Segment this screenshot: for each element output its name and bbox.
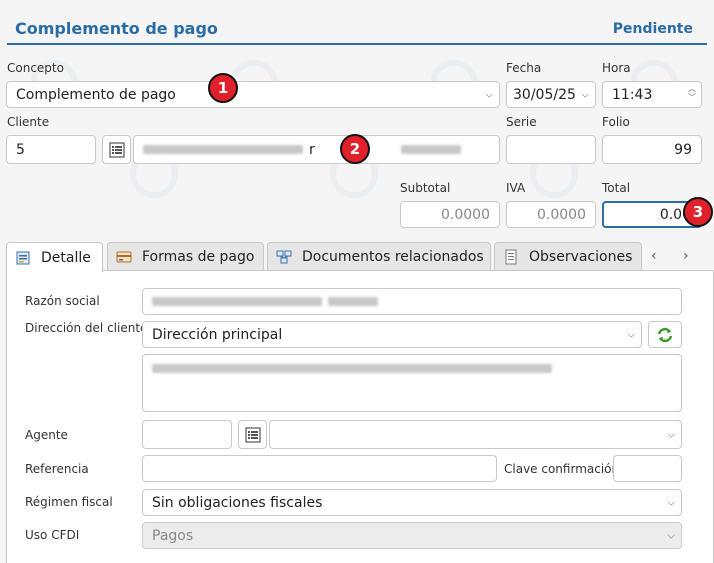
cliente-nombre-input[interactable]: r bbox=[133, 135, 500, 164]
chevron-down-icon: ⌵ bbox=[627, 329, 635, 340]
folio-input[interactable]: 99 bbox=[602, 135, 702, 164]
uso-cfdi-select: Pagos ⌵ bbox=[142, 522, 682, 549]
tab-label: Documentos relacionados bbox=[302, 248, 484, 265]
uso-cfdi-label: Uso CFDI bbox=[25, 528, 80, 542]
redacted-text bbox=[152, 297, 322, 306]
iva-field: 0.0000 bbox=[506, 201, 596, 228]
direccion-select[interactable]: Dirección principal ⌵ bbox=[142, 321, 642, 348]
folio-value: 99 bbox=[674, 141, 692, 158]
concepto-select[interactable]: Complemento de pago ⌵ bbox=[6, 81, 500, 108]
total-label: Total bbox=[602, 181, 631, 195]
subtotal-field: 0.0000 bbox=[400, 201, 500, 228]
cliente-id-value: 5 bbox=[16, 141, 25, 158]
cliente-id-input[interactable]: 5 bbox=[6, 135, 96, 164]
concepto-label: Concepto bbox=[7, 61, 64, 75]
regimen-fiscal-label: Régimen fiscal bbox=[25, 495, 113, 509]
spinner-arrows-icon[interactable]: ︿ ﹀ bbox=[688, 84, 696, 102]
serie-input[interactable] bbox=[506, 135, 596, 164]
list-icon bbox=[244, 426, 261, 443]
redacted-text bbox=[400, 145, 461, 154]
related-docs-icon bbox=[276, 249, 292, 265]
refresh-icon bbox=[657, 327, 673, 342]
tab-documentos-relacionados[interactable]: Documentos relacionados bbox=[267, 242, 491, 270]
hora-input[interactable]: 11:43 ︿ ﹀ bbox=[602, 81, 702, 108]
tab-observaciones[interactable]: Observaciones bbox=[494, 242, 642, 270]
tab-label: Formas de pago bbox=[142, 248, 255, 265]
fecha-value: 30/05/25 bbox=[513, 86, 576, 103]
direccion-value: Dirección principal bbox=[152, 326, 283, 343]
tab-prev-icon[interactable]: ‹ bbox=[651, 248, 657, 264]
clave-confirmacion-input[interactable] bbox=[613, 455, 682, 482]
fecha-input[interactable]: 30/05/25 ⌵ bbox=[506, 81, 596, 108]
tab-detalle[interactable]: Detalle bbox=[6, 242, 103, 272]
agente-label: Agente bbox=[25, 428, 68, 442]
annotation-badge-2: 2 bbox=[340, 134, 370, 164]
razon-social-label: Razón social bbox=[25, 294, 100, 308]
cliente-nombre-suffix: r bbox=[309, 141, 315, 158]
hora-value: 11:43 bbox=[612, 86, 653, 103]
iva-label: IVA bbox=[506, 181, 526, 195]
notes-icon bbox=[503, 249, 519, 265]
fecha-label: Fecha bbox=[506, 61, 542, 75]
direccion-label: Dirección del cliente bbox=[25, 321, 148, 335]
annotation-badge-3: 3 bbox=[683, 197, 713, 227]
chevron-down-icon: ⌵ bbox=[667, 497, 675, 508]
direccion-textarea[interactable] bbox=[142, 354, 682, 412]
tab-label: Observaciones bbox=[529, 248, 633, 265]
chevron-down-icon: ⌵ bbox=[667, 429, 675, 440]
iva-value: 0.0000 bbox=[537, 206, 586, 223]
folio-label: Folio bbox=[602, 115, 630, 129]
subtotal-value: 0.0000 bbox=[441, 206, 490, 223]
regimen-fiscal-select[interactable]: Sin obligaciones fiscales ⌵ bbox=[142, 489, 682, 516]
header-divider bbox=[7, 43, 707, 45]
clave-confirmacion-label: Clave confirmación bbox=[504, 462, 620, 476]
tab-label: Detalle bbox=[41, 249, 91, 266]
razon-social-input[interactable] bbox=[142, 288, 682, 315]
concepto-value: Complemento de pago bbox=[16, 86, 176, 103]
chevron-down-icon: ⌵ bbox=[581, 89, 589, 100]
agente-id-input[interactable] bbox=[142, 420, 232, 449]
hora-label: Hora bbox=[602, 61, 631, 75]
cliente-label: Cliente bbox=[7, 115, 50, 129]
agente-search-button[interactable] bbox=[238, 420, 267, 449]
redacted-text bbox=[152, 364, 552, 373]
referencia-label: Referencia bbox=[25, 462, 89, 476]
payment-icon bbox=[116, 249, 132, 265]
list-icon bbox=[108, 141, 125, 158]
page-title: Complemento de pago bbox=[15, 19, 218, 38]
chevron-down-icon: ⌵ bbox=[667, 530, 675, 541]
tab-formas-de-pago[interactable]: Formas de pago bbox=[107, 242, 264, 270]
redacted-text bbox=[328, 297, 378, 306]
cliente-search-button[interactable] bbox=[102, 135, 131, 164]
annotation-badge-1: 1 bbox=[208, 73, 238, 103]
redacted-text bbox=[143, 145, 303, 154]
agente-select[interactable]: ⌵ bbox=[269, 420, 682, 449]
subtotal-label: Subtotal bbox=[400, 181, 451, 195]
tab-next-icon[interactable]: › bbox=[683, 248, 689, 264]
serie-label: Serie bbox=[506, 115, 537, 129]
regimen-fiscal-value: Sin obligaciones fiscales bbox=[152, 494, 323, 511]
chevron-down-icon: ⌵ bbox=[485, 89, 493, 100]
refresh-direccion-button[interactable] bbox=[648, 321, 682, 348]
uso-cfdi-value: Pagos bbox=[152, 527, 194, 544]
referencia-input[interactable] bbox=[142, 455, 497, 482]
status-badge: Pendiente bbox=[612, 21, 693, 37]
detail-icon bbox=[15, 250, 31, 266]
